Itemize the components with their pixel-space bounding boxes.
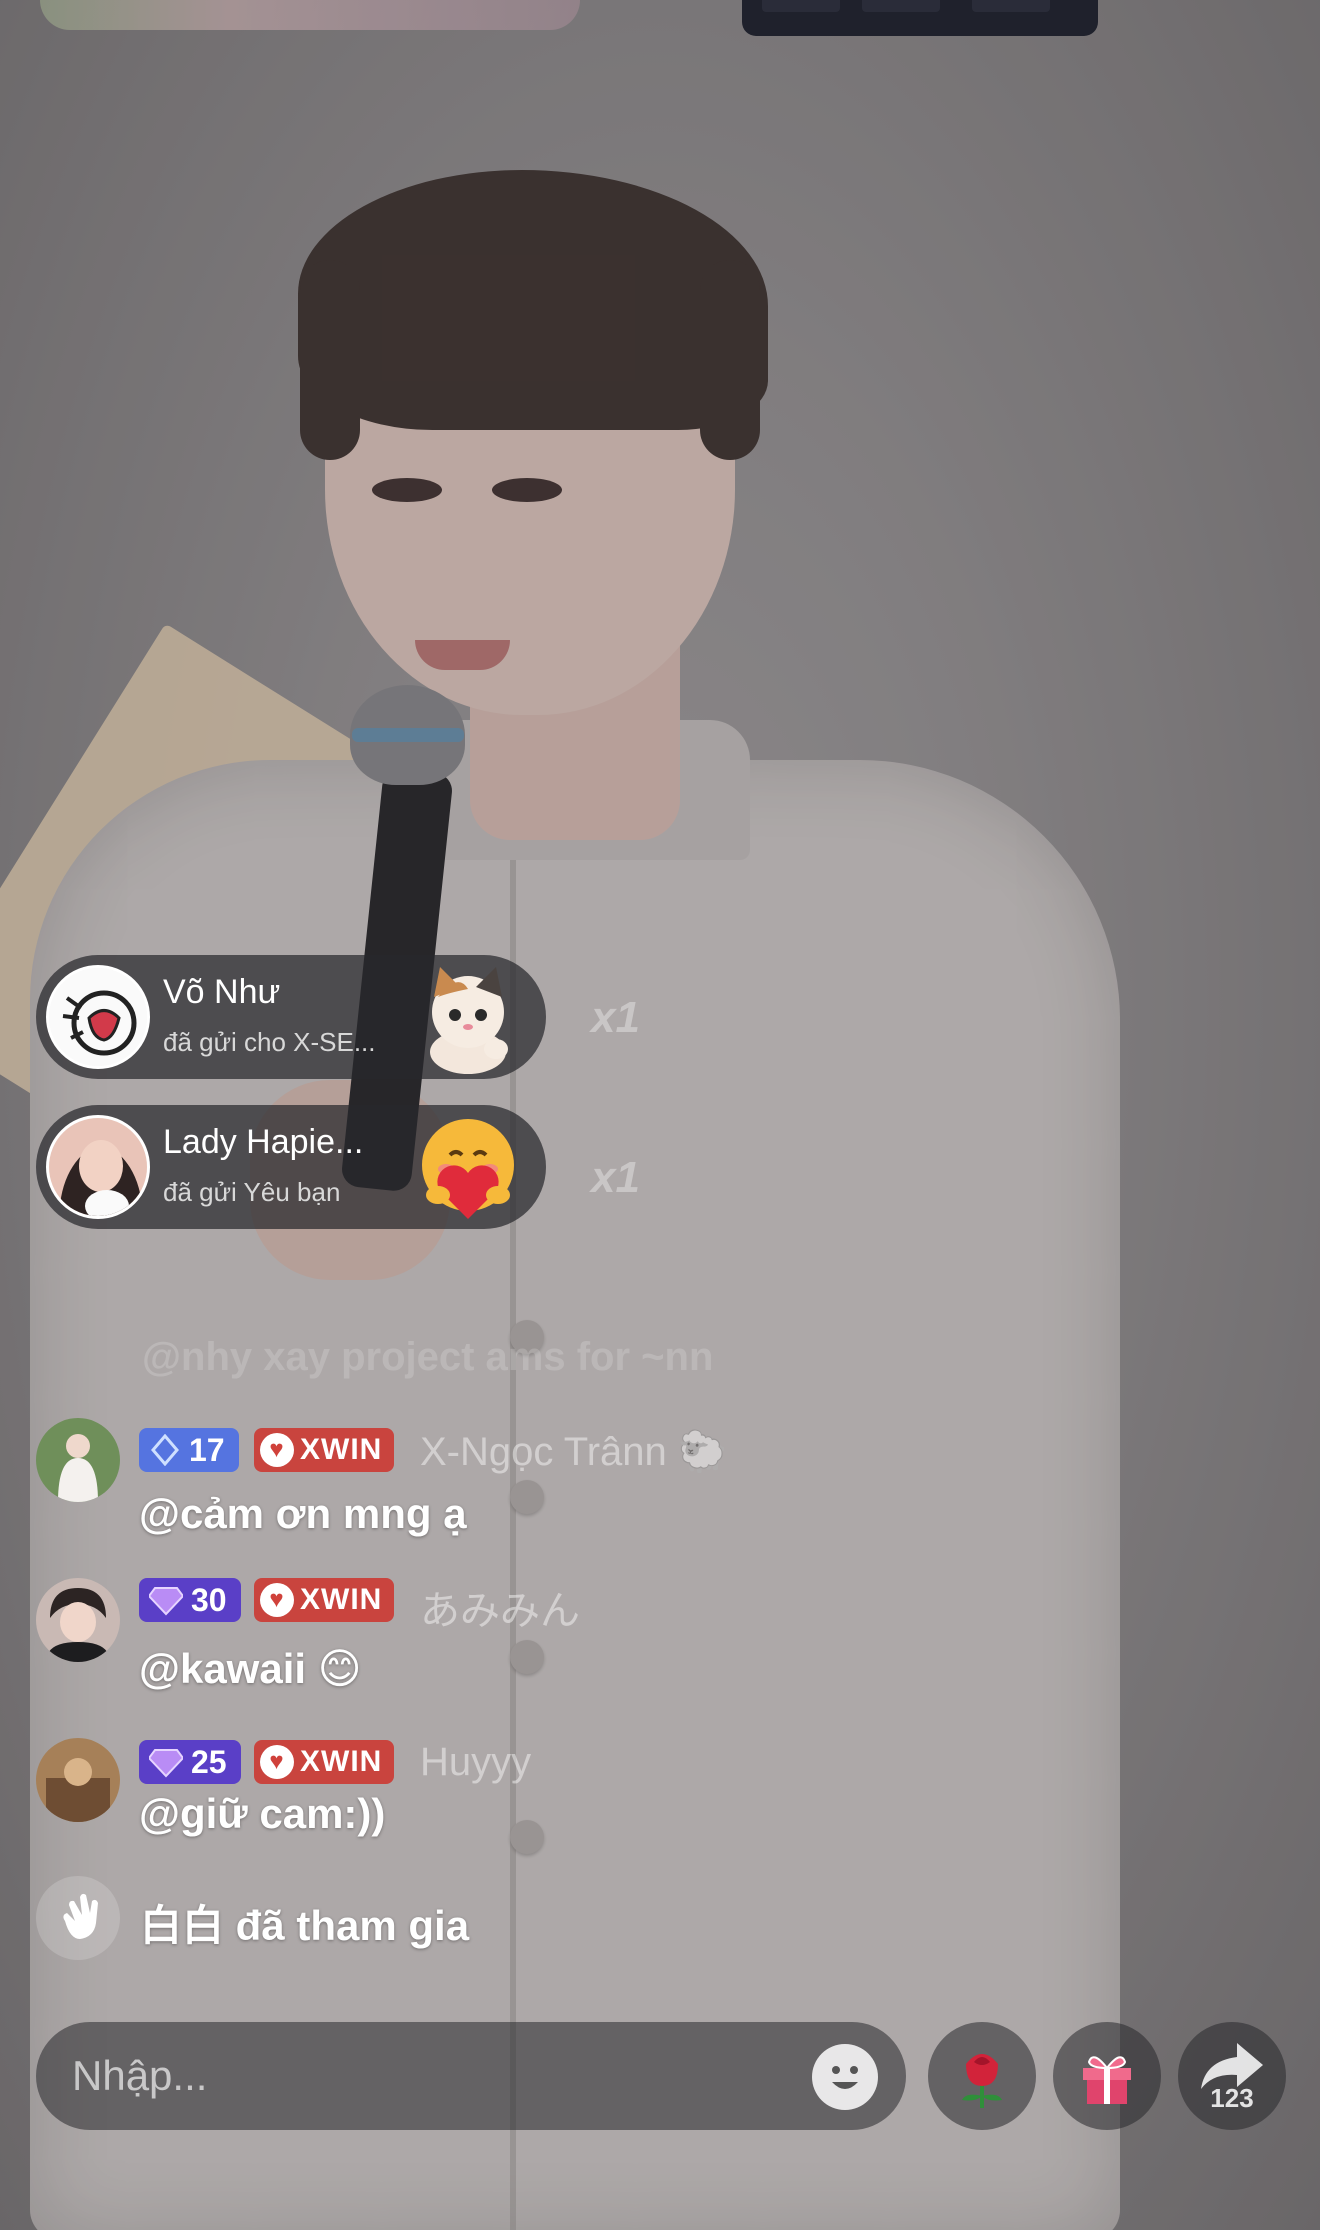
avatar[interactable] [46,965,150,1069]
chat-message[interactable]: 25 ♥ XWIN Huyyy @giữ cam:)) [36,1738,936,1848]
gift-notification[interactable]: Lady Hapie... đã gửi Yêu bạn x1 [36,1105,640,1229]
comment-input[interactable]: Nhập... [36,2022,906,2130]
gift-description: đã gửi cho X-SE... [163,1027,376,1057]
gift-box-icon [1083,2056,1131,2104]
level-number: 25 [191,1743,227,1780]
level-badge: 25 [139,1740,241,1784]
chat-username[interactable]: あみみん [420,1578,580,1636]
gift-notification[interactable]: Võ Như đã gửi cho X-SE... x1 [36,955,640,1079]
share-count: 123 [1210,2083,1254,2113]
chat-text-content: @kawaii [139,1645,307,1692]
gift-sender-name: Lady Hapie... [163,1123,364,1161]
emoji-button[interactable] [812,2044,878,2110]
chat-text: @kawaii 😊 [139,1644,362,1693]
badge-label: XWIN [300,1583,383,1616]
hug-heart-icon [408,1107,528,1227]
level-badge: 30 [139,1578,241,1622]
chat-username[interactable]: X-Ngọc Trânn 🐑 [420,1428,728,1475]
level-number: 30 [191,1581,227,1618]
avatar[interactable] [46,1115,150,1219]
gift-count: x1 [591,1153,640,1202]
chat-text: @giữ cam:)) [139,1790,386,1837]
avatar[interactable] [36,1738,120,1822]
gift-description: đã gửi Yêu bạn [163,1177,341,1207]
rose-gift-button[interactable] [928,2022,1036,2130]
gift-button[interactable] [1053,2022,1161,2130]
diamond-icon [151,1434,179,1466]
gift-count: x1 [591,993,640,1042]
smile-emoji: 😊 [317,1645,362,1692]
avatar[interactable] [36,1418,120,1502]
rose-icon [962,2054,1002,2108]
xwin-badge: ♥ XWIN [254,1428,395,1472]
chat-text: @cảm ơn mng ạ [139,1490,467,1537]
smiley-icon [832,2066,858,2089]
diamond-icon [149,1587,183,1616]
wave-hand-icon [36,1876,120,1960]
comment-input-placeholder: Nhập... [72,2052,208,2099]
chat-message[interactable]: 30 ♥ XWIN あみみん @kawaii 😊 [36,1578,936,1708]
xwin-badge: ♥ XWIN [254,1740,395,1784]
heart-icon: ♥ [260,1433,294,1467]
level-badge: 17 [139,1428,239,1472]
chat-message[interactable]: 17 ♥ XWIN X-Ngọc Trânn 🐑 @cảm ơn mng ạ [36,1418,936,1548]
join-notice: 白白 đã tham gia [140,1902,470,1949]
heart-icon: ♥ [260,1583,294,1617]
cat-icon [408,957,528,1077]
chat-username[interactable]: Huyyy [420,1740,531,1785]
xwin-badge: ♥ XWIN [254,1578,395,1622]
chat-message-faded: @nhy xay project ams for ~nn [142,1335,714,1379]
level-number: 17 [189,1431,225,1468]
badge-label: XWIN [300,1433,383,1466]
diamond-icon [149,1749,183,1778]
badge-label: XWIN [300,1745,383,1778]
avatar[interactable] [36,1578,120,1662]
heart-icon: ♥ [260,1745,294,1779]
share-button[interactable]: 123 [1178,2022,1286,2130]
gift-sender-name: Võ Như [163,973,281,1011]
